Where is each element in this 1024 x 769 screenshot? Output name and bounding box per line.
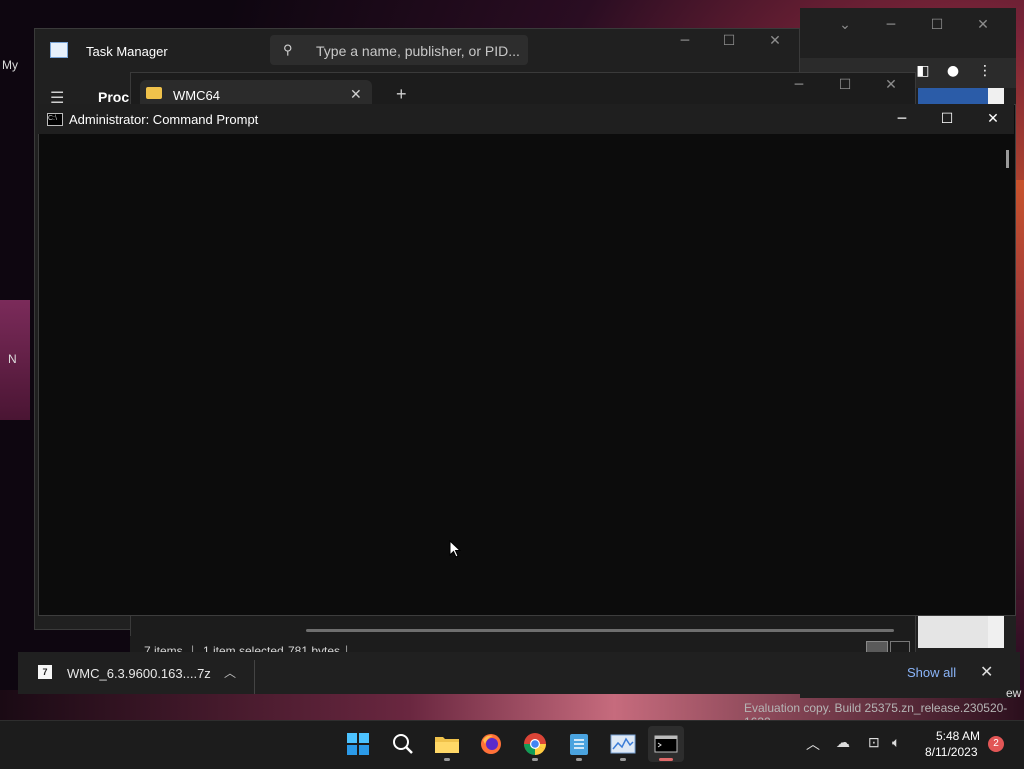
command-prompt-taskbar-button[interactable] <box>648 726 684 762</box>
more-menu-icon[interactable]: ⋮ <box>962 56 1008 86</box>
console-scrollbar[interactable] <box>1006 150 1009 168</box>
file-explorer-taskbar-button[interactable] <box>429 726 465 762</box>
folder-icon <box>435 737 459 753</box>
minimize-button[interactable]: ─ <box>776 70 822 100</box>
desktop-edge-text: N <box>8 352 17 366</box>
maximize-button[interactable]: ☐ <box>822 70 868 100</box>
notepad-icon <box>570 734 588 755</box>
maximize-button[interactable]: ☐ <box>914 10 960 40</box>
notification-badge[interactable]: 2 <box>988 736 1004 752</box>
tab-label: WMC64 <box>173 88 220 103</box>
command-prompt-window[interactable] <box>38 104 1016 616</box>
clock-date[interactable]: 8/11/2023 <box>925 745 978 759</box>
chrome-taskbar-button[interactable] <box>517 726 553 762</box>
new-tab-button[interactable]: + <box>396 84 407 105</box>
close-button[interactable]: ✕ <box>752 26 798 56</box>
notepad-taskbar-button[interactable] <box>561 726 597 762</box>
chevron-down-icon[interactable]: ⌄ <box>822 10 868 40</box>
command-prompt-title: Administrator: Command Prompt <box>69 112 259 127</box>
desktop-edge-text: My <box>2 58 18 72</box>
network-icon[interactable]: ⊡ <box>868 734 880 751</box>
start-button[interactable] <box>340 726 376 762</box>
folder-icon <box>146 87 162 99</box>
download-divider <box>254 660 255 694</box>
clock-time[interactable]: 5:48 AM <box>936 729 980 743</box>
mouse-cursor-icon <box>449 540 461 558</box>
running-indicator <box>444 758 450 761</box>
horizontal-scrollbar[interactable] <box>306 629 894 632</box>
desktop-edge-text: ew <box>1006 686 1022 700</box>
maximize-button[interactable]: ☐ <box>706 26 752 56</box>
running-indicator <box>576 758 582 761</box>
firefox-taskbar-button[interactable] <box>473 726 509 762</box>
running-indicator <box>620 758 626 761</box>
nav-item-processes[interactable]: Proc <box>98 89 129 105</box>
chevron-up-icon[interactable]: ︿ <box>806 734 820 754</box>
close-button[interactable]: ✕ <box>960 10 1006 40</box>
close-tab-icon[interactable]: ✕ <box>350 86 362 103</box>
active-indicator <box>659 758 673 761</box>
minimize-button[interactable]: ─ <box>868 10 914 40</box>
task-manager-icon <box>610 734 636 754</box>
chrome-icon <box>524 733 546 755</box>
close-button[interactable]: ✕ <box>970 104 1016 134</box>
maximize-button[interactable]: ☐ <box>924 104 970 134</box>
search-icon <box>393 734 413 754</box>
download-file-name[interactable]: WMC_6.3.9600.163....7z <box>67 666 211 681</box>
task-manager-icon <box>50 42 68 58</box>
show-all-button[interactable]: Show all <box>907 665 956 680</box>
search-icon: ⚲ <box>283 42 293 57</box>
volume-icon[interactable]: 🔈︎ <box>892 734 900 751</box>
minimize-button[interactable]: ─ <box>879 104 925 134</box>
minimize-button[interactable]: ─ <box>662 26 708 56</box>
terminal-icon <box>654 735 678 753</box>
browser-page-content <box>918 612 988 648</box>
command-prompt-icon: C:\ <box>47 113 63 126</box>
search-placeholder: Type a name, publisher, or PID... <box>316 43 520 59</box>
firefox-icon <box>481 734 501 754</box>
chevron-up-icon[interactable]: ︿ <box>224 664 236 681</box>
task-manager-title: Task Manager <box>86 44 168 59</box>
windows-logo-icon <box>347 733 369 755</box>
close-button[interactable]: ✕ <box>868 70 914 100</box>
close-download-bar-icon[interactable]: ✕ <box>980 662 993 682</box>
running-indicator <box>532 758 538 761</box>
onedrive-icon[interactable]: ☁ <box>836 734 850 751</box>
search-button[interactable] <box>385 726 421 762</box>
archive-file-icon: 7 <box>38 665 52 679</box>
task-manager-taskbar-button[interactable] <box>605 726 641 762</box>
